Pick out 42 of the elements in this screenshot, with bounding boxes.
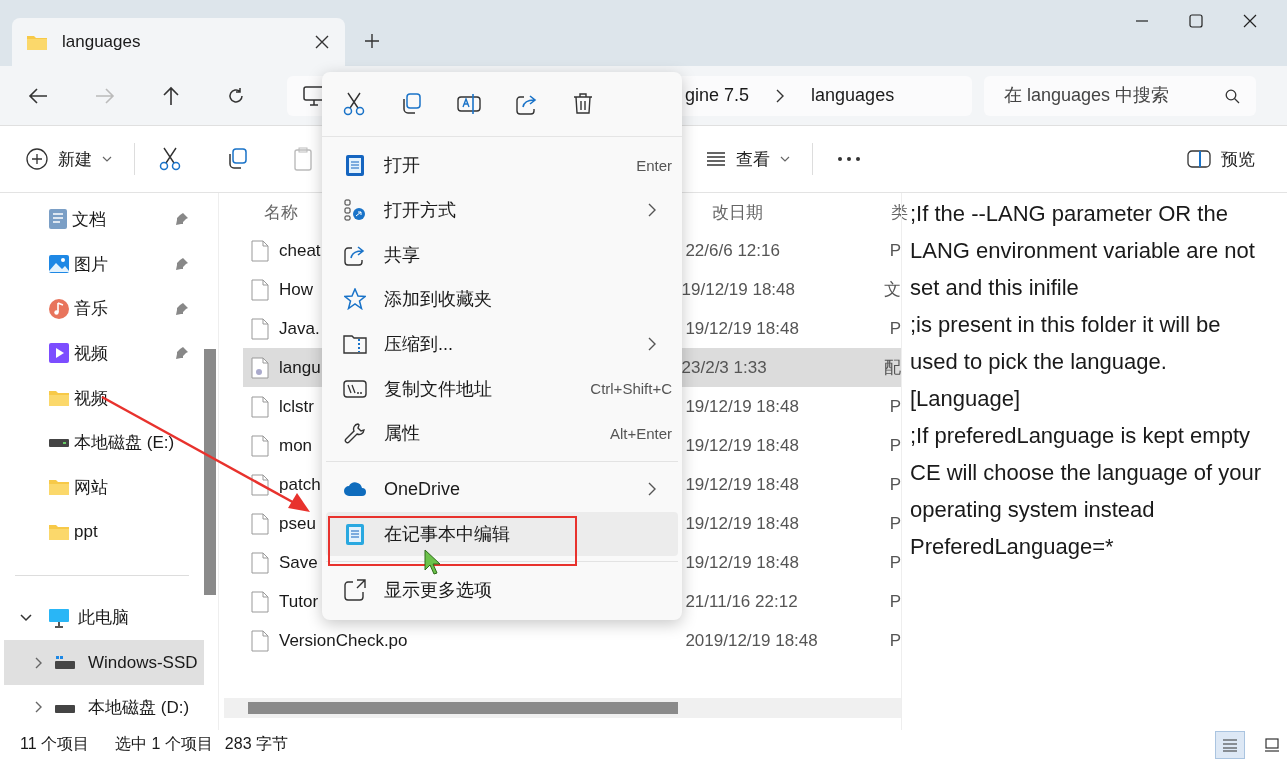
- preview-text: ;If preferedLanguage is kept empty CE will choose the language of your operating system instead: [910, 422, 1262, 524]
- type-cell: P: [889, 474, 901, 495]
- date-cell-text: 19/12/19 18:48: [685, 435, 800, 456]
- file-name: patch: [279, 474, 321, 495]
- date-cell-text: 19/12/19 18:48: [685, 552, 800, 573]
- date-cell-text: 23/2/3 1:33: [681, 357, 768, 378]
- type-cell-text: 配: [884, 357, 901, 379]
- preview-text: PreferedLanguage=*: [910, 533, 1115, 561]
- type-cell: P: [889, 435, 901, 456]
- preview-text: [Language]: [910, 385, 1022, 413]
- date-cell-text: 22/6/6 12:16: [685, 240, 781, 261]
- selection-size: 283 字节: [224, 734, 288, 754]
- type-cell: P: [889, 591, 901, 612]
- type-cell: P: [889, 630, 901, 651]
- date-cell-text: 19/12/19 18:48: [685, 318, 800, 339]
- date-cell-text: 19/12/19 18:48: [685, 474, 800, 495]
- type-cell-text: 文: [884, 279, 901, 301]
- type-cell: P: [889, 552, 901, 573]
- file-name: Save: [279, 552, 318, 573]
- date-cell-text: 21/11/16 22:12: [685, 591, 799, 612]
- selection-count: 选中 1 个项目: [115, 734, 213, 754]
- type-cell: P: [889, 396, 901, 417]
- date-cell-text: 19/12/19 18:48: [685, 396, 800, 417]
- date-cell-text: 19/12/19 18:48: [681, 279, 796, 300]
- tab-title: languages: [62, 32, 142, 52]
- file-name: lclstr: [279, 396, 314, 417]
- file-name: pseu: [279, 513, 316, 534]
- type-cell: P: [889, 318, 901, 339]
- file-name: Tutor: [279, 591, 319, 612]
- file-name: VersionCheck.po: [279, 630, 408, 651]
- date-cell-text: 2019/12/19 18:48: [685, 630, 819, 651]
- preview-text: ;is present in this folder it will be used to pick the language.: [910, 311, 1222, 376]
- item-count: 11 个项目: [20, 734, 90, 754]
- type-cell: P: [889, 513, 901, 534]
- file-name: langu: [279, 357, 321, 378]
- type-cell: P: [889, 240, 901, 261]
- file-name: How: [279, 279, 313, 300]
- file-name: mon: [279, 435, 313, 456]
- file-name: Java.: [279, 318, 320, 339]
- preview-text: ;If the --LANG parameter OR the LANG environment variable are not set and this inifile: [910, 200, 1256, 302]
- file-name: cheat: [279, 240, 321, 261]
- date-cell-text: 19/12/19 18:48: [685, 513, 800, 534]
